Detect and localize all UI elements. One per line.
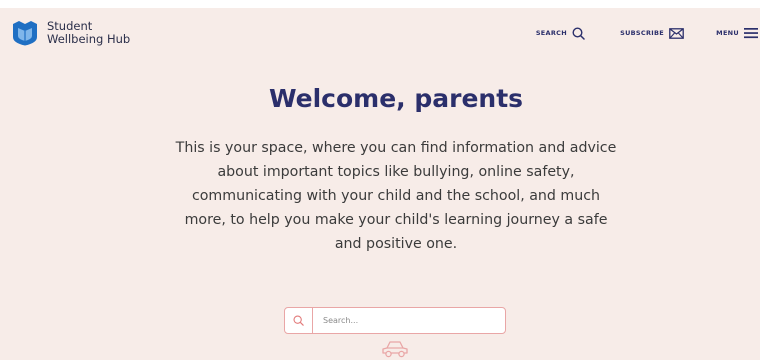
search-icon [293, 315, 304, 326]
envelope-icon [669, 27, 684, 39]
search-box-icon-wrap[interactable] [285, 308, 313, 333]
site-logo[interactable]: Student Wellbeing Hub [12, 20, 130, 46]
shield-book-logo-icon [13, 21, 37, 46]
nav-search-button[interactable]: SEARCH [536, 23, 585, 43]
search-box [284, 307, 506, 334]
logo-line-2: Wellbeing Hub [47, 32, 131, 46]
car-icon [382, 341, 408, 358]
intro-paragraph: This is your space, where you can find i… [175, 140, 617, 252]
page: Student Wellbeing Hub SEARCH SUBSCRIBE M… [0, 0, 760, 360]
search-input[interactable] [313, 308, 505, 333]
nav-subscribe-button[interactable]: SUBSCRIBE [620, 23, 684, 43]
nav-search-label: SEARCH [535, 29, 567, 37]
nav-menu-button[interactable]: MENU [716, 23, 758, 43]
hamburger-icon [744, 28, 758, 39]
search-icon [572, 26, 585, 40]
nav-subscribe-label: SUBSCRIBE [620, 29, 664, 37]
logo-text: Student Wellbeing Hub [47, 20, 130, 46]
nav-menu-label: MENU [716, 29, 739, 37]
top-strip [0, 0, 760, 8]
page-title: Welcome, parents [268, 84, 524, 113]
